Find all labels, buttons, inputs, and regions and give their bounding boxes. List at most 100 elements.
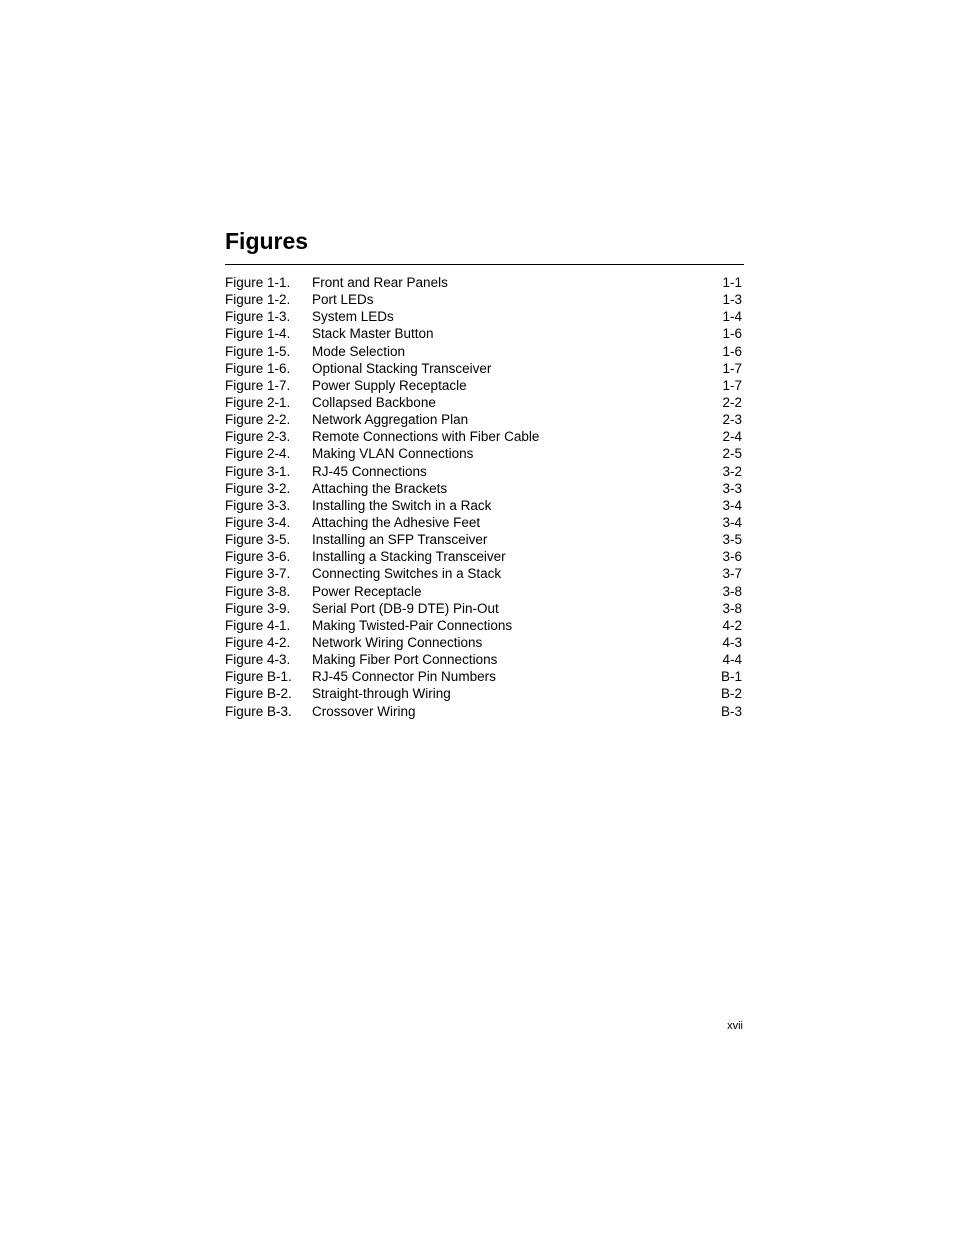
figure-page: 3-3 bbox=[722, 480, 742, 496]
figure-entry[interactable]: Figure 3-1. RJ-45 Connections 3-2 bbox=[225, 463, 742, 480]
figure-page: 1-6 bbox=[722, 326, 742, 342]
figure-caption: RJ-45 Connector Pin Numbers bbox=[312, 669, 496, 685]
figure-page: 2-5 bbox=[722, 446, 742, 462]
figure-page: 4-2 bbox=[722, 617, 742, 633]
figure-number: Figure 3-4. bbox=[225, 514, 291, 530]
figure-caption: Power Receptacle bbox=[312, 583, 422, 599]
figure-page: 3-8 bbox=[722, 600, 742, 616]
figure-entry[interactable]: Figure 1-5. Mode Selection 1-6 bbox=[225, 343, 742, 360]
page-number: xvii bbox=[727, 1020, 743, 1032]
figure-page: 1-3 bbox=[722, 292, 742, 308]
figure-entry[interactable]: Figure 3-2. Attaching the Brackets 3-3 bbox=[225, 480, 742, 497]
page-title: Figures bbox=[225, 228, 309, 254]
figure-entry[interactable]: Figure 1-1. Front and Rear Panels 1-1 bbox=[225, 274, 742, 291]
figure-caption: Straight-through Wiring bbox=[312, 686, 451, 702]
figure-entry[interactable]: Figure 3-6. Installing a Stacking Transce… bbox=[225, 548, 742, 565]
figure-entry[interactable]: Figure 2-1. Collapsed Backbone 2-2 bbox=[225, 394, 742, 411]
figure-caption: Power Supply Receptacle bbox=[312, 377, 467, 393]
figure-caption: RJ-45 Connections bbox=[312, 463, 427, 479]
figure-number: Figure B-3. bbox=[225, 703, 292, 719]
figure-number: Figure 3-2. bbox=[225, 480, 291, 496]
figure-entry[interactable]: Figure 3-8. Power Receptacle 3-8 bbox=[225, 583, 742, 600]
figure-page: 1-7 bbox=[722, 360, 742, 376]
figure-page: 3-6 bbox=[722, 549, 742, 565]
figure-caption: Connecting Switches in a Stack bbox=[312, 566, 502, 582]
figure-entry[interactable]: Figure 1-3. System LEDs 1-4 bbox=[225, 308, 742, 325]
figure-page: 2-4 bbox=[722, 429, 742, 445]
figure-number: Figure 3-6. bbox=[225, 549, 291, 565]
figure-number: Figure 2-2. bbox=[225, 412, 291, 428]
figure-number: Figure B-2. bbox=[225, 686, 292, 702]
figure-caption: Making VLAN Connections bbox=[312, 446, 474, 462]
figure-number: Figure 3-3. bbox=[225, 497, 291, 513]
figure-entry[interactable]: Figure 3-5. Installing an SFP Transceiver… bbox=[225, 531, 742, 548]
figure-number: Figure 2-4. bbox=[225, 446, 291, 462]
title-divider bbox=[225, 264, 744, 265]
figure-number: Figure 3-5. bbox=[225, 532, 291, 548]
figure-page: B-3 bbox=[720, 703, 742, 719]
figure-number: Figure 2-3. bbox=[225, 429, 291, 445]
figure-caption: Network Wiring Connections bbox=[312, 634, 483, 650]
figure-entry[interactable]: Figure 4-1. Making Twisted-Pair Connectio… bbox=[225, 617, 742, 634]
figure-page: 1-7 bbox=[722, 377, 742, 393]
figure-caption: Making Twisted-Pair Connections bbox=[312, 617, 513, 633]
figure-caption: Crossover Wiring bbox=[312, 703, 416, 719]
figure-page: 3-7 bbox=[722, 566, 742, 582]
figure-caption: Making Fiber Port Connections bbox=[312, 652, 498, 668]
figure-number: Figure B-1. bbox=[225, 669, 292, 685]
figure-number: Figure 1-6. bbox=[225, 360, 291, 376]
figure-page: 3-4 bbox=[722, 514, 742, 530]
figure-entry[interactable]: Figure B-3. Crossover Wiring B-3 bbox=[225, 703, 742, 720]
figure-number: Figure 4-2. bbox=[225, 634, 291, 650]
figure-page: 4-4 bbox=[722, 652, 742, 668]
figure-number: Figure 1-3. bbox=[225, 309, 291, 325]
figure-entry[interactable]: Figure B-2. Straight-through Wiring B-2 bbox=[225, 685, 742, 702]
figure-number: Figure 1-2. bbox=[225, 292, 291, 308]
figure-number: Figure 3-1. bbox=[225, 463, 291, 479]
figure-entry[interactable]: Figure 4-2. Network Wiring Connections 4-3 bbox=[225, 634, 742, 651]
figure-page: 4-3 bbox=[722, 634, 742, 650]
figure-caption: Remote Connections with Fiber Cable bbox=[312, 429, 540, 445]
figure-page: 3-8 bbox=[722, 583, 742, 599]
figure-caption: Collapsed Backbone bbox=[312, 394, 436, 410]
figure-entry[interactable]: Figure 3-9. Serial Port (DB-9 DTE) Pin-Ou… bbox=[225, 600, 742, 617]
figure-caption: Attaching the Brackets bbox=[312, 480, 448, 496]
figure-entry[interactable]: Figure 2-3. Remote Connections with Fiber… bbox=[225, 428, 742, 445]
figure-page: 3-5 bbox=[722, 532, 742, 548]
figure-number: Figure 1-4. bbox=[225, 326, 291, 342]
figure-number: Figure 1-1. bbox=[225, 275, 291, 290]
figure-caption: System LEDs bbox=[312, 309, 394, 325]
figure-entry[interactable]: Figure 1-7. Power Supply Receptacle 1-7 bbox=[225, 377, 742, 394]
figure-entry[interactable]: Figure 3-7. Connecting Switches in a Stac… bbox=[225, 565, 742, 582]
figure-page: B-1 bbox=[720, 669, 742, 685]
figure-entry[interactable]: Figure 2-2. Network Aggregation Plan 2-3 bbox=[225, 411, 742, 428]
figure-list: Figure 1-1. Front and Rear Panels 1-1 Figur… bbox=[225, 274, 742, 720]
figure-entry[interactable]: Figure 3-3. Installing the Switch in a Ra… bbox=[225, 497, 742, 514]
figure-page: 1-6 bbox=[722, 343, 742, 359]
figure-entry[interactable]: Figure 1-4. Stack Master Button 1-6 bbox=[225, 325, 742, 342]
figure-caption: Network Aggregation Plan bbox=[312, 412, 469, 428]
figure-number: Figure 1-5. bbox=[225, 343, 291, 359]
figure-entry[interactable]: Figure 3-4. Attaching the Adhesive Feet 3-… bbox=[225, 514, 742, 531]
figure-number: Figure 1-7. bbox=[225, 377, 291, 393]
figure-entry[interactable]: Figure 1-2. Port LEDs 1-3 bbox=[225, 291, 742, 308]
figure-entry[interactable]: Figure 4-3. Making Fiber Port Connections… bbox=[225, 651, 742, 668]
figure-number: Figure 4-1. bbox=[225, 617, 291, 633]
figure-caption: Installing a Stacking Transceiver bbox=[312, 549, 506, 565]
figure-number: Figure 3-9. bbox=[225, 600, 291, 616]
figure-caption: Front and Rear Panels bbox=[312, 275, 448, 290]
figure-caption: Installing the Switch in a Rack bbox=[312, 497, 492, 513]
figure-entry[interactable]: Figure 2-4. Making VLAN Connections 2-5 bbox=[225, 445, 742, 462]
figure-caption: Serial Port (DB-9 DTE) Pin-Out bbox=[312, 600, 499, 616]
figure-caption: Stack Master Button bbox=[312, 326, 434, 342]
figure-caption: Port LEDs bbox=[312, 292, 374, 308]
figure-entry[interactable]: Figure 1-6. Optional Stacking Transceiver… bbox=[225, 360, 742, 377]
figure-caption: Mode Selection bbox=[312, 343, 406, 359]
figure-number: Figure 3-8. bbox=[225, 583, 291, 599]
figure-number: Figure 4-3. bbox=[225, 652, 291, 668]
figure-page: 1-4 bbox=[722, 309, 742, 325]
figure-entry[interactable]: Figure B-1. RJ-45 Connector Pin Numbers B-… bbox=[225, 668, 742, 685]
figure-caption: Optional Stacking Transceiver bbox=[312, 360, 492, 376]
figure-caption: Installing an SFP Transceiver bbox=[312, 532, 488, 548]
figure-number: Figure 2-1. bbox=[225, 394, 291, 410]
